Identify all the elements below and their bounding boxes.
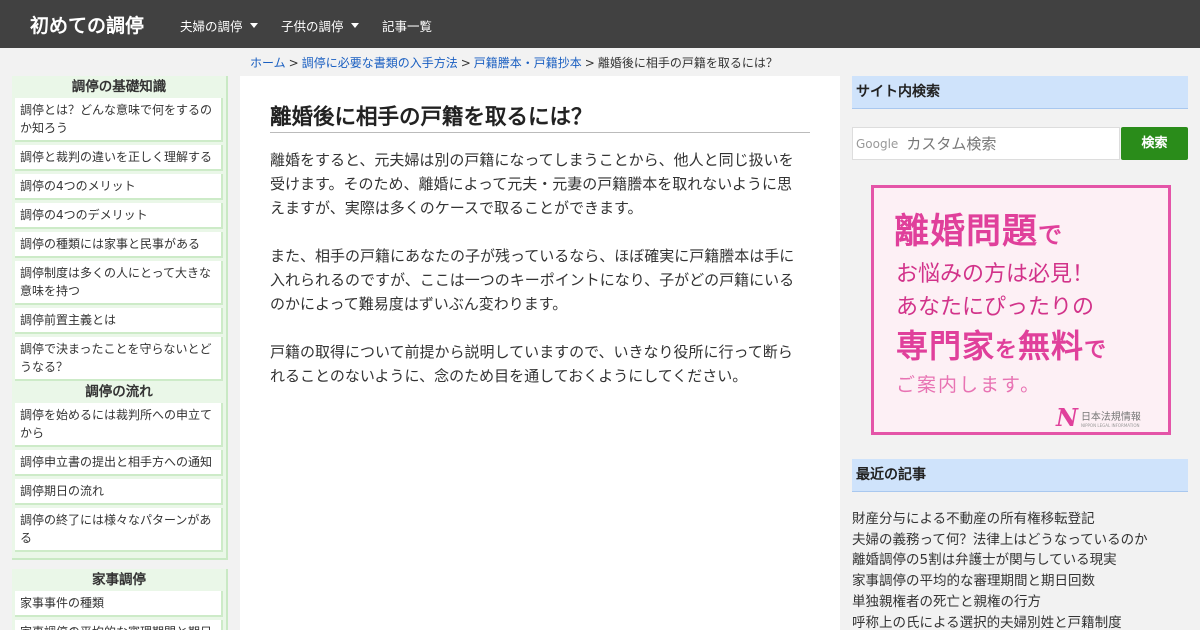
sidebar-link[interactable]: 調停とは？どんな意味で何をするのか知ろう [15, 98, 223, 142]
sidebar-link[interactable]: 調停期日の流れ [15, 479, 223, 505]
google-logo: Google [856, 136, 899, 151]
sidebar-section-kaji: 家事調停 家事事件の種類 家事調停の平均的な審理期間と期日 [12, 569, 228, 630]
ad-line-4-b: を [995, 338, 1019, 363]
sidebar-section-title: 調停の基礎知識 [71, 79, 167, 95]
article-title: 離婚後に相手の戸籍を取るには？ [270, 100, 810, 133]
recent-post-link[interactable]: 単独親権者の死亡と親権の行方 [852, 592, 1188, 613]
breadcrumb-separator: > [460, 56, 471, 70]
sidebar-link[interactable]: 調停の4つのデメリット [15, 203, 223, 229]
recent-post-link[interactable]: 財産分与による不動産の所有権移転登記 [852, 509, 1188, 530]
sidebar-link[interactable]: 調停申立書の提出と相手方への通知 [15, 450, 223, 476]
sidebar-link[interactable]: 調停の種類には家事と民事がある [15, 232, 223, 258]
ad-logo-text: 日本法規情報 NIPPON LEGAL INFORMATION [1081, 408, 1141, 428]
ad-line-2: お悩みの方は必見！ [896, 262, 1095, 287]
nav-kodomo-label: 子供の調停 [281, 19, 344, 34]
ad-line-5: ご案内します。 [896, 374, 1042, 396]
sidebar-link[interactable]: 調停と裁判の違いを正しく理解する [15, 145, 223, 171]
recent-posts-heading: 最近の記事 [852, 459, 1188, 492]
ad-line-4-d: で [1084, 338, 1108, 363]
sidebar-section-basics: 調停の基礎知識 調停とは？どんな意味で何をするのか知ろう 調停と裁判の違いを正し… [12, 76, 228, 389]
breadcrumb-koseki[interactable]: 戸籍謄本・戸籍抄本 [474, 56, 582, 70]
caret-down-icon [249, 23, 258, 28]
site-brand[interactable]: 初めての調停 [30, 11, 144, 38]
nav-fuufu-label: 夫婦の調停 [180, 19, 243, 34]
breadcrumb-current: 離婚後に相手の戸籍を取るには？ [597, 56, 778, 70]
ad-line-4-c: 無料 [1018, 327, 1085, 365]
article-paragraph: 戸籍の取得について前提から説明していますので、いきなり役所に行って断られることの… [270, 343, 793, 385]
sidebar-section-flow: 調停の流れ 調停を始めるには裁判所への申立てから 調停申立書の提出と相手方への通… [12, 381, 228, 560]
article-paragraph: また、相手の戸籍にあなたの子が残っているなら、ほぼ確実に戸籍謄本は手に入れられる… [270, 247, 795, 313]
recent-post-link[interactable]: 呼称上の氏による選択的夫婦別姓と戸籍制度 [852, 613, 1188, 630]
breadcrumb-home[interactable]: ホーム [250, 56, 286, 70]
sidebar-link[interactable]: 調停の終了には様々なパターンがある [15, 508, 223, 552]
recent-post-link[interactable]: 夫婦の義務って何？法律上はどうなっているのか [852, 530, 1188, 551]
article-paragraph: 離婚をすると、元夫婦は別の戸籍になってしまうことから、他人と同じ扱いを受けます。… [270, 151, 794, 217]
nav-kodomo[interactable]: 子供の調停 [281, 16, 359, 35]
top-navbar: 初めての調停 夫婦の調停 子供の調停 記事一覧 [0, 0, 1200, 48]
breadcrumb-separator: > [288, 56, 299, 70]
ad-logo-name: 日本法規情報 [1080, 411, 1141, 423]
nav-kiji-ichiran[interactable]: 記事一覧 [382, 16, 432, 35]
breadcrumb-separator: > [584, 56, 595, 70]
search-placeholder: カスタム検索 [906, 135, 997, 153]
nav-fuufu[interactable]: 夫婦の調停 [180, 16, 258, 35]
main-content: 離婚後に相手の戸籍を取るには？ 離婚をすると、元夫婦は別の戸籍になってしまうこと… [240, 76, 840, 630]
sidebar-link[interactable]: 家事調停の平均的な審理期間と期日 [15, 620, 223, 630]
sidebar-link[interactable]: 調停で決まったことを守らないとどうなる？ [15, 337, 223, 381]
recent-post-link[interactable]: 家事調停の平均的な審理期間と期日回数 [852, 571, 1188, 592]
recent-posts-list: 財産分与による不動産の所有権移転登記 夫婦の義務って何？法律上はどうなっているの… [852, 509, 1188, 630]
sidebar-link[interactable]: 調停を始めるには裁判所への申立てから [15, 403, 223, 447]
ad-line-4-a: 専門家 [896, 327, 996, 365]
ad-line-3: あなたにぴったりの [896, 295, 1095, 320]
breadcrumb: ホーム > 調停に必要な書類の入手方法 > 戸籍謄本・戸籍抄本 > 離婚後に相手の戸籍を取る… [250, 54, 778, 71]
sidebar-link[interactable]: 家事事件の種類 [15, 591, 223, 617]
breadcrumb-documents[interactable]: 調停に必要な書類の入手方法 [302, 56, 458, 70]
nav-kiji-label: 記事一覧 [382, 19, 433, 34]
ad-line-1-small: で [1038, 221, 1064, 249]
site-search-heading: サイト内検索 [852, 76, 1188, 109]
search-input[interactable]: Google カスタム検索 [852, 127, 1120, 160]
sidebar-link[interactable]: 調停の4つのメリット [15, 174, 223, 200]
sidebar-section-title: 家事調停 [92, 572, 146, 588]
ad-logo: N 日本法規情報 NIPPON LEGAL INFORMATION [1056, 403, 1141, 432]
logo-mark-icon: N [1056, 403, 1078, 432]
recent-post-link[interactable]: 離婚調停の5割は弁護士が関与している現実 [852, 550, 1188, 571]
ad-logo-sub: NIPPON LEGAL INFORMATION [1080, 422, 1140, 428]
caret-down-icon [350, 23, 359, 28]
search-button[interactable]: 検索 [1121, 127, 1188, 160]
sidebar-section-title: 調停の流れ [85, 384, 153, 400]
sidebar-link[interactable]: 調停制度は多くの人にとって大きな意味を持つ [15, 261, 223, 305]
ad-line-1-big: 離婚問題 [894, 212, 1039, 252]
sidebar-link[interactable]: 調停前置主義とは [15, 308, 223, 334]
ad-banner[interactable]: 離婚問題で お悩みの方は必見！ あなたにぴったりの 専門家を無料で ご案内します… [871, 185, 1171, 435]
ad-line-4: 専門家を無料で [896, 321, 1107, 367]
ad-line-1: 離婚問題で [894, 203, 1063, 254]
